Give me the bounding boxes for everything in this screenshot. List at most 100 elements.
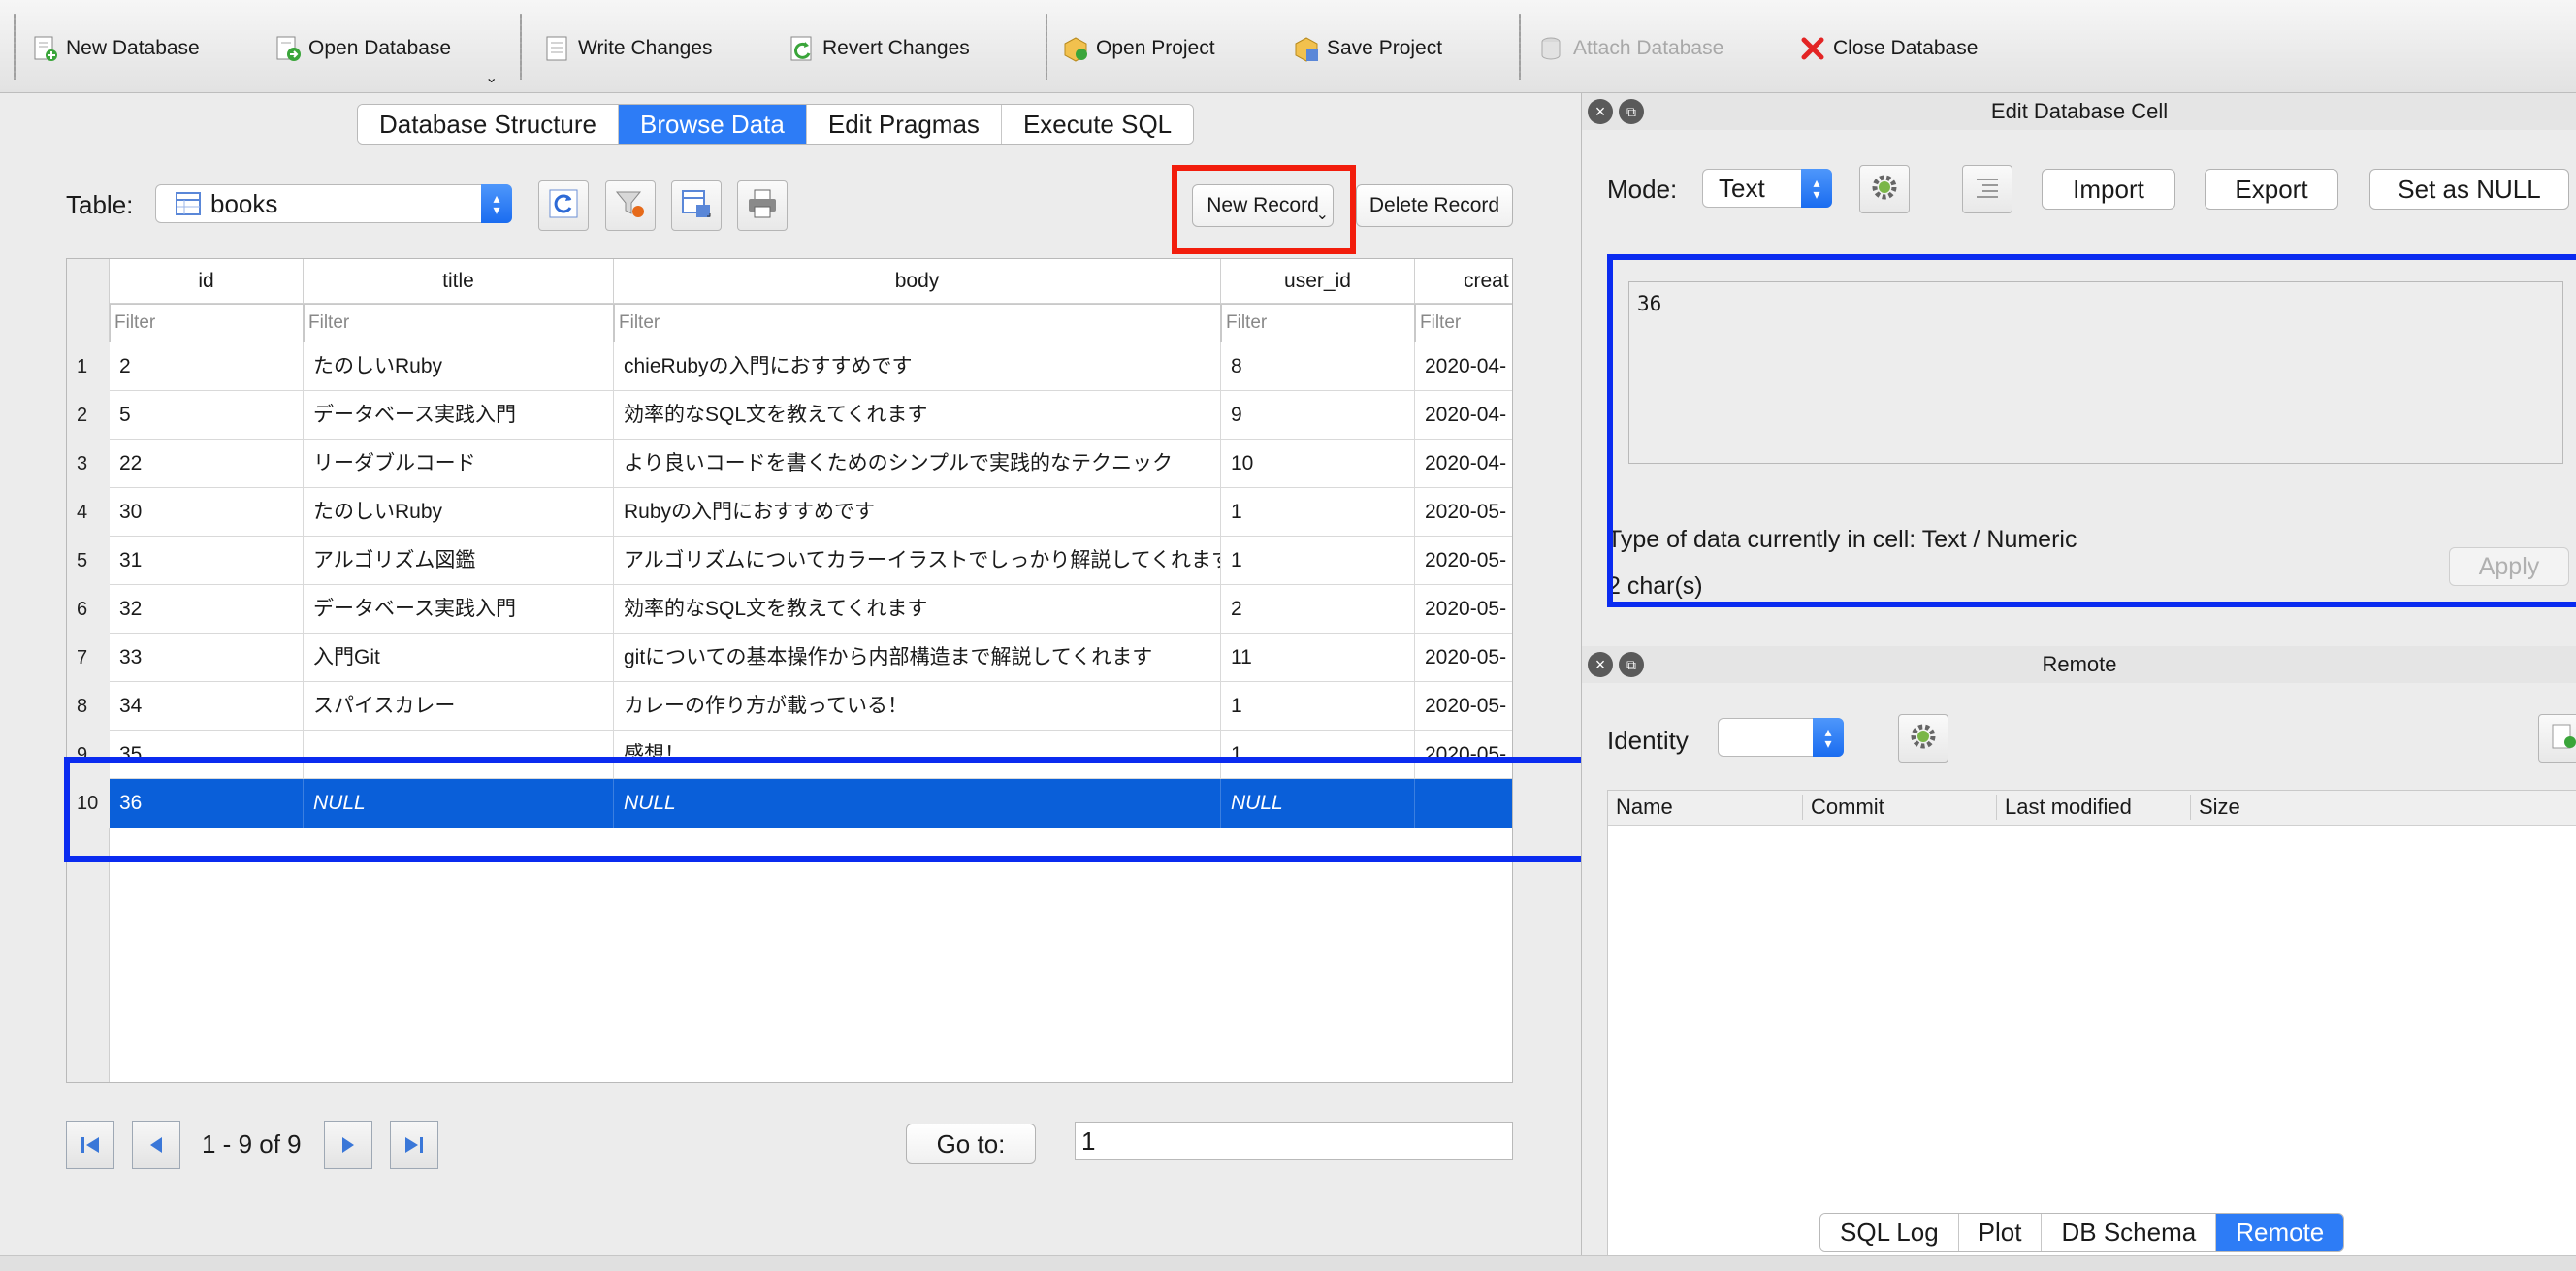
set-as-null-button[interactable]: Set as NULL	[2369, 169, 2569, 210]
cell-created[interactable]: 2020-05-	[1415, 537, 1512, 585]
cell-id[interactable]: 34	[110, 682, 304, 731]
float-remote-icon[interactable]: ⧉	[1619, 652, 1644, 677]
cell-title[interactable]: リーダブルコード	[304, 440, 614, 488]
cell-user-id[interactable]: 9	[1221, 391, 1415, 440]
delete-record-button[interactable]: Delete Record	[1356, 184, 1513, 227]
open-project-button[interactable]: Open Project	[1061, 29, 1215, 68]
attach-database-button[interactable]: Attach Database	[1538, 29, 1723, 68]
row-number[interactable]: 7	[67, 634, 110, 682]
word-wrap-button[interactable]	[1962, 165, 2012, 213]
cell-created[interactable]: 2020-04-	[1415, 391, 1512, 440]
auto-format-button[interactable]	[1859, 165, 1910, 213]
tab-sql-log[interactable]: SQL Log	[1820, 1214, 1959, 1251]
new-database-button[interactable]: New Database	[31, 29, 200, 68]
column-header-user-id[interactable]: user_id	[1221, 259, 1415, 304]
cell-title[interactable]: たのしいRuby	[304, 488, 614, 537]
table-row[interactable]: 6 32 データベース実践入門 効率的なSQL文を教えてくれます 2 2020-05-	[67, 585, 1512, 634]
import-button[interactable]: Import	[2042, 169, 2175, 210]
row-number[interactable]: 2	[67, 391, 110, 440]
go-to-button[interactable]: Go to:	[906, 1124, 1036, 1164]
cell-body[interactable]: Rubyの入門におすすめです	[614, 488, 1221, 537]
cell-body[interactable]: gitについての基本操作から内部構造まで解説してくれます	[614, 634, 1221, 682]
cell-id[interactable]: 31	[110, 537, 304, 585]
cell-created[interactable]: 2020-05-	[1415, 682, 1512, 731]
export-button[interactable]: Export	[2205, 169, 2338, 210]
cell-user-id[interactable]: 2	[1221, 585, 1415, 634]
open-database-dropdown-icon[interactable]: ⌄	[485, 68, 498, 87]
next-page-button[interactable]	[324, 1121, 372, 1169]
table-row[interactable]: 4 30 たのしいRuby Rubyの入門におすすめです 1 2020-05-	[67, 488, 1512, 537]
column-header-title[interactable]: title	[304, 259, 614, 304]
filter-input-id[interactable]: Filter	[110, 304, 304, 342]
remote-col-size[interactable]: Size	[2190, 795, 2240, 820]
cell-title[interactable]: データベース実践入門	[304, 391, 614, 440]
table-select[interactable]: books ▴ ▾	[155, 184, 512, 223]
tab-database-structure[interactable]: Database Structure	[358, 105, 620, 144]
cell-user-id[interactable]: 8	[1221, 342, 1415, 391]
cell-id[interactable]: 22	[110, 440, 304, 488]
close-database-button[interactable]: Close Database	[1798, 29, 1978, 68]
previous-page-button[interactable]	[132, 1121, 180, 1169]
table-row[interactable]: 7 33 入門Git gitについての基本操作から内部構造まで解説してくれます 11 20…	[67, 634, 1512, 682]
cell-id[interactable]: 30	[110, 488, 304, 537]
tab-db-schema[interactable]: DB Schema	[2042, 1214, 2217, 1251]
filter-input-body[interactable]: Filter	[614, 304, 1221, 342]
tab-execute-sql[interactable]: Execute SQL	[1001, 105, 1194, 144]
cell-id[interactable]: 32	[110, 585, 304, 634]
remote-col-commit[interactable]: Commit	[1802, 795, 1884, 820]
cell-created[interactable]: 2020-04-	[1415, 440, 1512, 488]
tab-edit-pragmas[interactable]: Edit Pragmas	[806, 105, 1002, 144]
save-project-button[interactable]: Save Project	[1292, 29, 1442, 68]
cell-body[interactable]: アルゴリズムについてカラーイラストでしっかり解説してくれます	[614, 537, 1221, 585]
write-changes-button[interactable]: Write Changes	[543, 29, 713, 68]
remote-file-list[interactable]: Name Commit Last modified Size	[1607, 790, 2576, 1271]
cell-user-id[interactable]: 10	[1221, 440, 1415, 488]
last-page-button[interactable]	[390, 1121, 438, 1169]
row-number[interactable]: 3	[67, 440, 110, 488]
column-header-body[interactable]: body	[614, 259, 1221, 304]
table-row[interactable]: 8 34 スパイスカレー カレーの作り方が載っている！ 1 2020-05-	[67, 682, 1512, 731]
cell-title[interactable]: 入門Git	[304, 634, 614, 682]
cell-title[interactable]: スパイスカレー	[304, 682, 614, 731]
cell-created[interactable]: 2020-05-	[1415, 634, 1512, 682]
tab-browse-data[interactable]: Browse Data	[619, 105, 807, 144]
filter-input-created[interactable]: Filter	[1415, 304, 1512, 342]
revert-changes-button[interactable]: Revert Changes	[788, 29, 970, 68]
cell-id[interactable]: 5	[110, 391, 304, 440]
row-number[interactable]: 6	[67, 585, 110, 634]
tab-remote[interactable]: Remote	[2216, 1214, 2344, 1251]
table-row[interactable]: 3 22 リーダブルコード より良いコードを書くためのシンプルで実践的なテクニック 10…	[67, 440, 1512, 488]
cell-title[interactable]: アルゴリズム図鑑	[304, 537, 614, 585]
cell-created[interactable]: 2020-04-	[1415, 342, 1512, 391]
remote-col-last-modified[interactable]: Last modified	[1996, 795, 2132, 820]
cell-body[interactable]: 効率的なSQL文を教えてくれます	[614, 585, 1221, 634]
close-remote-icon[interactable]: ×	[1588, 652, 1613, 677]
identity-select[interactable]: ▴ ▾	[1718, 718, 1844, 757]
cell-user-id[interactable]: 11	[1221, 634, 1415, 682]
filter-input-title[interactable]: Filter	[304, 304, 614, 342]
push-database-button[interactable]	[2538, 714, 2576, 763]
column-header-id[interactable]: id	[110, 259, 304, 304]
cell-created[interactable]: 2020-05-	[1415, 488, 1512, 537]
open-database-button[interactable]: Open Database	[274, 29, 451, 68]
cell-body[interactable]: 効率的なSQL文を教えてくれます	[614, 391, 1221, 440]
cell-title[interactable]: データベース実践入門	[304, 585, 614, 634]
tab-plot[interactable]: Plot	[1958, 1214, 2043, 1251]
cell-title[interactable]: たのしいRuby	[304, 342, 614, 391]
cell-user-id[interactable]: 1	[1221, 488, 1415, 537]
save-table-button[interactable]	[671, 180, 722, 231]
cell-id[interactable]: 33	[110, 634, 304, 682]
table-row[interactable]: 5 31 アルゴリズム図鑑 アルゴリズムについてカラーイラストでしっかり解説してくれま…	[67, 537, 1512, 585]
mode-select[interactable]: Text ▴ ▾	[1702, 169, 1832, 208]
cell-id[interactable]: 2	[110, 342, 304, 391]
column-header-created[interactable]: creat	[1415, 259, 1512, 304]
remote-col-name[interactable]: Name	[1616, 795, 1673, 820]
refresh-button[interactable]	[538, 180, 589, 231]
table-row[interactable]: 1 2 たのしいRuby chieRubyの入門におすすめです 8 2020-04-	[67, 342, 1512, 391]
cell-body[interactable]: より良いコードを書くためのシンプルで実践的なテクニック	[614, 440, 1221, 488]
row-number[interactable]: 8	[67, 682, 110, 731]
identity-settings-button[interactable]	[1898, 714, 1948, 763]
first-page-button[interactable]	[66, 1121, 114, 1169]
go-to-input[interactable]: 1	[1075, 1122, 1513, 1160]
print-button[interactable]	[737, 180, 788, 231]
